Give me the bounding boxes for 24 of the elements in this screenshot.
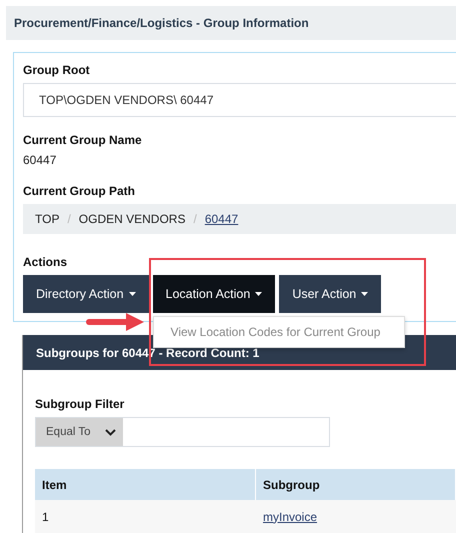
field-label: Group Root [23, 63, 91, 77]
field-label: Current Group Path [23, 184, 136, 198]
breadcrumb-separator: / [193, 212, 197, 226]
filter-label: Subgroup Filter [35, 397, 126, 411]
group-name-value: 60447 [23, 153, 58, 167]
caret-icon [361, 292, 368, 296]
breadcrumb-link[interactable]: 60447 [204, 212, 238, 226]
action-dropdown-button[interactable]: User Action [279, 275, 382, 313]
breadcrumb-item: TOP [35, 212, 60, 226]
caret-icon [128, 292, 136, 296]
caret-icon [255, 292, 262, 296]
field-label: Actions [23, 255, 68, 269]
page-title: Procurement/Finance/Logistics - Group Information [6, 6, 456, 40]
column-header: Item [35, 469, 256, 500]
column-header: Subgroup [256, 469, 456, 500]
breadcrumb-separator: / [67, 212, 71, 226]
group-root-field[interactable]: TOP\OGDEN VENDORS\ 60447 [23, 83, 456, 117]
table-cell: 1 [35, 500, 256, 533]
subgroup-link[interactable]: myInvoice [263, 510, 318, 524]
action-dropdown-button[interactable]: Directory Action [23, 275, 149, 313]
arrow-icon [86, 312, 146, 332]
breadcrumb-item: OGDEN VENDORS [78, 212, 186, 226]
action-dropdown-button[interactable]: Location Action [152, 275, 276, 313]
field-label: Current Group Name [23, 133, 143, 147]
